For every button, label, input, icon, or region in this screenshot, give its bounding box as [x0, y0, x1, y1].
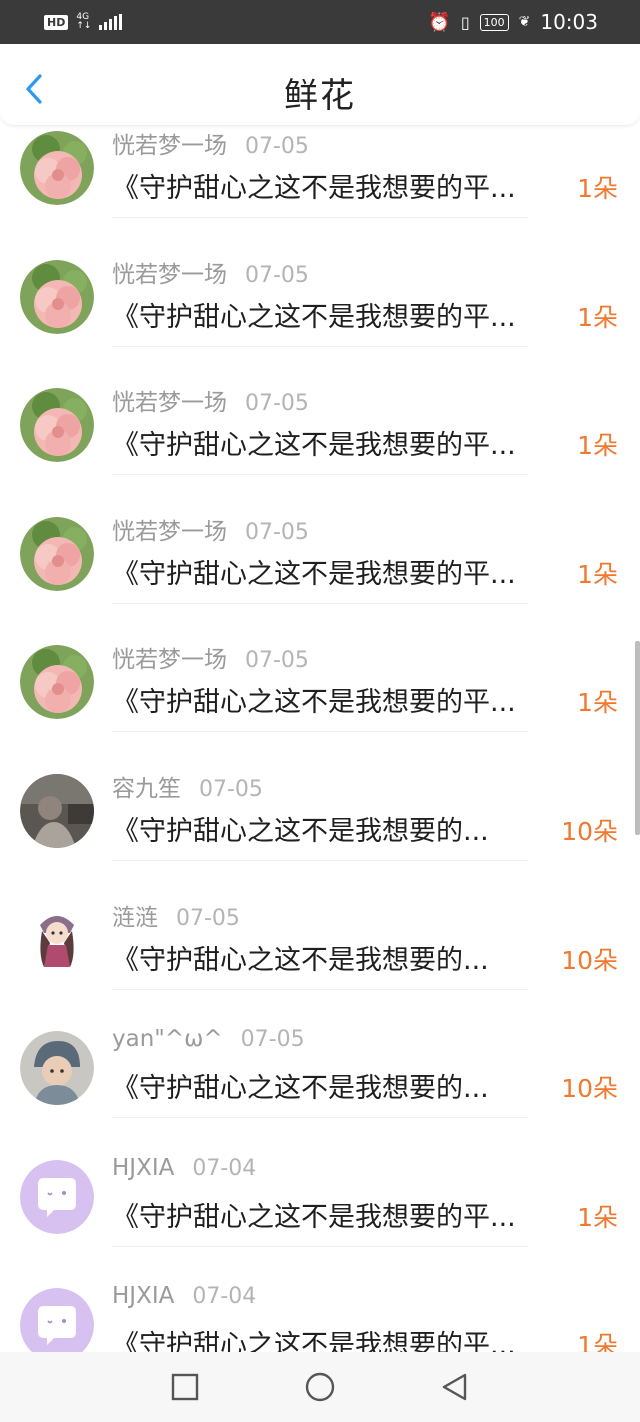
- recent-apps-icon[interactable]: [170, 1372, 200, 1402]
- status-right: ⏰ ▯ 100 ❦ 10:03: [428, 10, 598, 34]
- user-name[interactable]: yan"^ω^ 07-05: [112, 1026, 305, 1052]
- user-name[interactable]: HJXIA 07-04: [112, 1155, 256, 1181]
- user-name-text[interactable]: 容九笙: [112, 776, 181, 802]
- list-item[interactable]: 恍若梦一场 07-05 《守护甜心之这不是我想要的平... 1朵: [0, 126, 640, 218]
- scrollbar[interactable]: [635, 641, 640, 835]
- book-title[interactable]: 《守护甜心之这不是我想要的...: [112, 938, 489, 977]
- signal-icon: [99, 14, 123, 30]
- flower-count: 1朵: [577, 1331, 618, 1352]
- network-arrows: ↑↓: [76, 21, 92, 31]
- user-name-text[interactable]: 恍若梦一场: [112, 647, 227, 673]
- book-title[interactable]: 《守护甜心之这不是我想要的...: [112, 809, 489, 848]
- item-date: 07-05: [245, 391, 309, 417]
- status-bar: HD 4G ↑↓ ⏰ ▯ 100 ❦ 10:03: [0, 0, 640, 44]
- book-title[interactable]: 《守护甜心之这不是我想要的平...: [112, 1195, 516, 1234]
- user-name[interactable]: 恍若梦一场 07-05: [112, 383, 309, 417]
- item-date: 07-04: [192, 1284, 257, 1310]
- user-name-text[interactable]: 涟涟: [112, 905, 158, 931]
- list-item[interactable]: 容九笙 07-05 《守护甜心之这不是我想要的... 10朵: [0, 733, 640, 861]
- alarm-icon: ⏰: [428, 11, 451, 33]
- item-date: 07-05: [245, 134, 309, 159]
- flower-count: 1朵: [577, 1202, 618, 1232]
- flower-count: 1朵: [577, 302, 618, 332]
- page-title: 鲜花: [284, 76, 356, 116]
- item-date: 07-05: [176, 905, 240, 931]
- avatar[interactable]: [20, 774, 94, 848]
- user-name[interactable]: 涟涟 07-05: [112, 898, 240, 932]
- battery-level: 100: [483, 15, 505, 29]
- item-date: 07-04: [192, 1155, 257, 1181]
- flower-count: 1朵: [577, 431, 618, 461]
- item-date: 07-05: [245, 519, 309, 545]
- list-item[interactable]: 恍若梦一场 07-05 《守护甜心之这不是我想要的平... 1朵: [0, 476, 640, 604]
- user-name-text[interactable]: HJXIA: [112, 1283, 174, 1309]
- list-item[interactable]: 恍若梦一场 07-05 《守护甜心之这不是我想要的平... 1朵: [0, 219, 640, 347]
- list-item[interactable]: yan"^ω^ 07-05 《守护甜心之这不是我想要的... 10朵: [0, 990, 640, 1119]
- home-icon[interactable]: [305, 1372, 335, 1402]
- list-item[interactable]: HJXIA 07-04 《守护甜心之这不是我想要的平... 1朵: [0, 1119, 640, 1247]
- clock: 10:03: [540, 10, 598, 34]
- avatar[interactable]: [20, 1288, 94, 1352]
- flower-count: 10朵: [561, 817, 618, 846]
- user-name-text[interactable]: yan"^ω^: [112, 1026, 223, 1052]
- list-item[interactable]: HJXIA 07-04 《守护甜心之这不是我想要的平... 1朵: [0, 1247, 640, 1352]
- user-name[interactable]: 容九笙 07-05: [112, 769, 263, 803]
- flower-count: 10朵: [561, 945, 618, 975]
- leaf-icon: ❦: [518, 14, 531, 30]
- vibrate-icon: ▯: [460, 12, 470, 32]
- system-nav-bar: [0, 1352, 640, 1422]
- book-title[interactable]: 《守护甜心之这不是我想要的平...: [112, 423, 516, 462]
- item-date: 07-05: [245, 262, 309, 288]
- user-name[interactable]: 恍若梦一场 07-05: [112, 255, 309, 289]
- flower-count: 1朵: [577, 688, 618, 718]
- item-date: 07-05: [199, 777, 263, 802]
- user-name[interactable]: HJXIA 07-04: [112, 1283, 256, 1309]
- avatar[interactable]: [20, 902, 94, 977]
- avatar[interactable]: [20, 516, 94, 591]
- user-name[interactable]: 恍若梦一场 07-05: [112, 640, 309, 674]
- avatar[interactable]: [20, 131, 94, 205]
- item-date: 07-05: [240, 1027, 305, 1053]
- book-title[interactable]: 《守护甜心之这不是我想要的平...: [112, 166, 516, 205]
- book-title[interactable]: 《守护甜心之这不是我想要的平...: [112, 295, 516, 334]
- flower-count: 1朵: [577, 559, 618, 589]
- flower-list: 恍若梦一场 07-05 《守护甜心之这不是我想要的平... 1朵 恍若梦一场 07-05 《…: [0, 126, 640, 1352]
- back-triangle-icon[interactable]: [440, 1372, 470, 1402]
- header-bar: 鲜花: [0, 44, 640, 126]
- user-name[interactable]: 恍若梦一场 07-05: [112, 126, 309, 160]
- avatar[interactable]: [20, 388, 94, 463]
- user-name-text[interactable]: 恍若梦一场: [112, 519, 227, 545]
- user-name-text[interactable]: 恍若梦一场: [112, 390, 227, 416]
- book-title[interactable]: 《守护甜心之这不是我想要的...: [112, 1066, 489, 1105]
- user-name[interactable]: 恍若梦一场 07-05: [112, 512, 309, 546]
- avatar[interactable]: [20, 645, 94, 720]
- network-indicator: 4G ↑↓: [76, 13, 91, 31]
- avatar[interactable]: [20, 1031, 94, 1106]
- battery-icon: 100: [479, 13, 509, 31]
- avatar[interactable]: [20, 259, 94, 334]
- avatar[interactable]: [20, 1159, 94, 1234]
- status-left: HD 4G ↑↓: [44, 13, 123, 31]
- book-title[interactable]: 《守护甜心之这不是我想要的平...: [112, 1323, 516, 1352]
- user-name-text[interactable]: 恍若梦一场: [112, 262, 227, 288]
- list-item[interactable]: 恍若梦一场 07-05 《守护甜心之这不是我想要的平... 1朵: [0, 604, 640, 733]
- list-item[interactable]: 恍若梦一场 07-05 《守护甜心之这不是我想要的平... 1朵: [0, 347, 640, 476]
- flower-count: 1朵: [577, 174, 618, 203]
- item-date: 07-05: [245, 648, 309, 674]
- hd-badge: HD: [44, 14, 69, 30]
- list-item[interactable]: 涟涟 07-05 《守护甜心之这不是我想要的... 10朵: [0, 862, 640, 990]
- flower-count: 10朵: [561, 1074, 618, 1104]
- user-name-text[interactable]: HJXIA: [112, 1155, 174, 1181]
- book-title[interactable]: 《守护甜心之这不是我想要的平...: [112, 552, 516, 591]
- user-name-text[interactable]: 恍若梦一场: [112, 133, 227, 159]
- book-title[interactable]: 《守护甜心之这不是我想要的平...: [112, 680, 516, 719]
